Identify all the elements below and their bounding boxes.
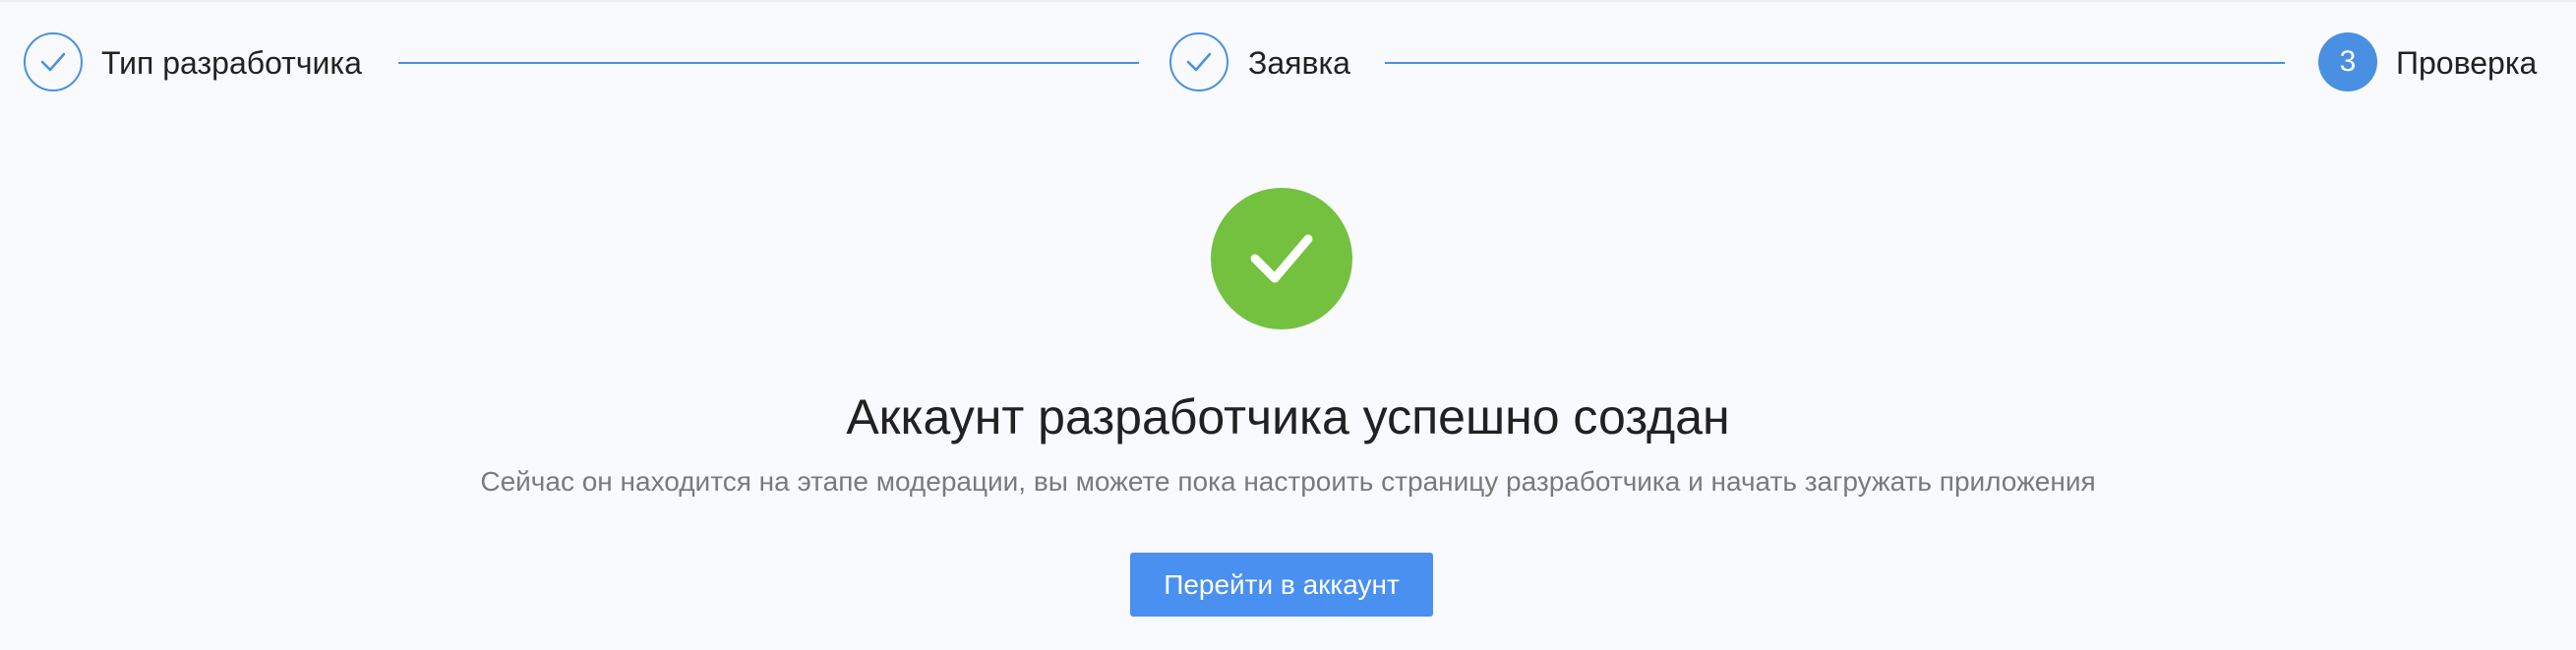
check-icon [40, 52, 66, 72]
success-subtitle: Сейчас он находится на этапе модерации, … [480, 466, 2096, 497]
step-3-number: 3 [2339, 45, 2357, 78]
step-1-label: Тип разработчика [101, 45, 362, 81]
step-1-status [24, 32, 83, 91]
success-title: Аккаунт разработчика успешно создан [846, 389, 1730, 444]
stepper: Тип разработчика Заявка 3 Проверка [0, 0, 2576, 128]
step-3-label: Проверка [2396, 45, 2538, 81]
check-circle-icon [1211, 188, 1352, 329]
step-2-status [1169, 32, 1228, 91]
step-connector-1 [398, 62, 1139, 64]
step-3-status: 3 [2318, 32, 2377, 91]
success-check-mark [1250, 234, 1313, 283]
go-to-account-button[interactable]: Перейти в аккаунт [1130, 553, 1433, 617]
step-connector-2 [1385, 62, 2285, 64]
check-icon [1186, 52, 1212, 72]
step-2-label: Заявка [1248, 45, 1350, 81]
